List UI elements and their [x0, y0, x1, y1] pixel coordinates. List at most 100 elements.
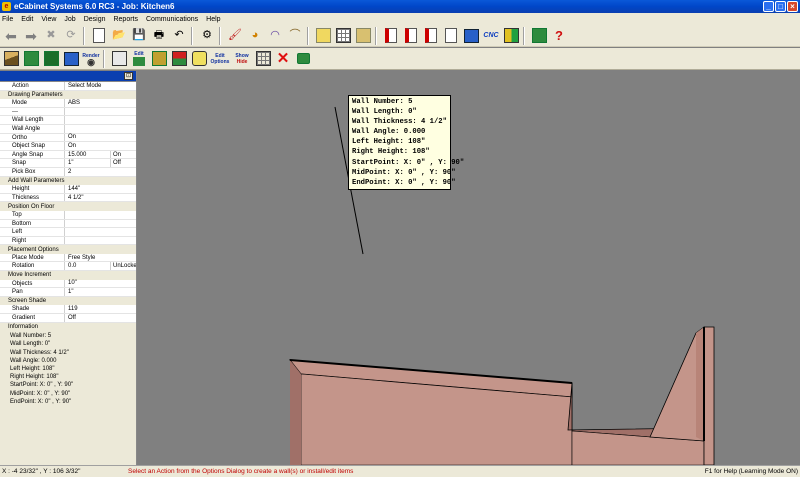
edit-options-icon[interactable]: Edit Options [210, 50, 230, 68]
property-value[interactable]: 1" [65, 288, 136, 296]
property-row[interactable]: Place Mode Free Style [0, 253, 136, 263]
property-value[interactable]: 10" [65, 279, 136, 287]
edit-options-label2: Options [210, 58, 230, 65]
property-row[interactable]: Objects 10" [0, 279, 136, 289]
house-icon[interactable] [62, 50, 80, 68]
cabinet-parts-icon[interactable] [150, 50, 168, 68]
hardware-icon[interactable] [354, 27, 372, 45]
property-value[interactable]: 2 [65, 168, 136, 176]
menu-reports[interactable]: Reports [113, 16, 138, 23]
property-row[interactable]: Snap 1" Off [0, 159, 136, 168]
property-toggle[interactable]: Off [110, 159, 136, 167]
property-value[interactable]: 4 1/2" [65, 194, 136, 202]
property-row[interactable]: Bottom [0, 219, 136, 229]
property-row[interactable]: Height 144" [0, 185, 136, 194]
property-value[interactable]: Off [65, 314, 136, 322]
report-icon[interactable] [382, 27, 400, 45]
property-row[interactable]: Angle Snap 15.000 On [0, 150, 136, 160]
material-grid-icon[interactable] [334, 27, 352, 45]
property-toggle[interactable]: UnLocked [110, 262, 136, 271]
property-row[interactable]: Shade 119 [0, 305, 136, 315]
drawing-canvas[interactable]: Wall Number: 5 Wall Length: 0" Wall Thic… [138, 71, 800, 465]
delete-icon[interactable]: ✕ [274, 50, 292, 68]
property-row[interactable]: Gradient Off [0, 314, 136, 323]
print-icon[interactable]: 🖶 [150, 27, 168, 45]
status-message: Select an Action from the Options Dialog… [128, 468, 354, 475]
report-list-icon[interactable] [422, 27, 440, 45]
property-value[interactable]: 144" [65, 185, 136, 193]
menu-view[interactable]: View [41, 16, 56, 23]
property-row[interactable]: Wall Length [0, 116, 136, 125]
camera-icon[interactable] [294, 50, 312, 68]
property-value[interactable]: ABS [65, 99, 136, 107]
export-settings-icon[interactable] [462, 27, 480, 45]
back-arrow-icon[interactable]: ⬅ [2, 27, 20, 45]
property-row[interactable]: Left [0, 228, 136, 237]
maximize-button[interactable]: □ [775, 1, 786, 12]
forward-arrow-icon[interactable]: ➡ [22, 27, 40, 45]
property-row[interactable]: Wall Angle [0, 124, 136, 134]
property-value[interactable]: 0.0 [65, 262, 110, 270]
new-document-icon[interactable] [90, 27, 108, 45]
pin-icon[interactable]: ⊡ [124, 72, 133, 80]
menu-edit[interactable]: Edit [21, 16, 33, 23]
property-row[interactable]: Ortho On [0, 133, 136, 143]
minimize-button[interactable]: _ [763, 1, 774, 12]
menu-design[interactable]: Design [84, 16, 106, 23]
close-button[interactable]: × [787, 1, 798, 12]
help-icon[interactable]: ? [550, 27, 568, 45]
property-value[interactable]: On [65, 142, 136, 150]
open-folder-icon[interactable]: 📂 [110, 27, 128, 45]
property-toggle[interactable]: On [110, 150, 136, 159]
property-row[interactable]: Object Snap On [0, 142, 136, 151]
cabinet-icon[interactable] [314, 27, 332, 45]
property-value[interactable]: Free Style [65, 254, 136, 262]
floorplan-icon[interactable] [42, 50, 60, 68]
show-hide-icon[interactable]: Show Hide [232, 50, 252, 68]
tooltip-wall-length: Wall Length: 0" [352, 108, 417, 117]
wall-tool-icon[interactable] [110, 50, 128, 68]
optimizer-icon[interactable] [530, 27, 548, 45]
menu-communications[interactable]: Communications [146, 16, 198, 23]
menu-file[interactable]: File [2, 16, 13, 23]
property-row[interactable]: Thickness 4 1/2" [0, 193, 136, 203]
edit-cabinet-icon[interactable]: Edit [130, 50, 148, 68]
stop-icon[interactable]: ✖ [42, 27, 60, 45]
property-value[interactable]: 1" [65, 159, 110, 167]
color-wheel-icon[interactable]: ◕ [246, 27, 264, 45]
property-row[interactable]: --- [0, 107, 136, 117]
grid-icon[interactable] [254, 50, 272, 68]
room-view-icon[interactable] [2, 50, 20, 68]
property-row[interactable]: Mode ABS [0, 99, 136, 108]
wall-drawing[interactable] [138, 71, 800, 465]
arc-tool-icon[interactable]: ◠ [266, 27, 284, 45]
layout-icon[interactable] [502, 27, 520, 45]
save-icon[interactable]: 💾 [130, 27, 148, 45]
menu-help[interactable]: Help [206, 16, 220, 23]
render-icon[interactable]: Render ◉ [82, 50, 100, 68]
property-row[interactable]: Top [0, 210, 136, 220]
action-value[interactable]: Select Mode [65, 82, 136, 90]
cnc-icon[interactable]: CNC [482, 27, 500, 45]
property-row[interactable]: Rotation0.0UnLocked [0, 262, 136, 272]
undo-icon[interactable]: ↶ [170, 27, 188, 45]
refresh-icon[interactable]: ⟳ [62, 27, 80, 45]
arch-tool-icon[interactable]: ⌒ [286, 27, 304, 45]
property-value[interactable]: 15.000 [65, 151, 110, 159]
settings-sliders-icon[interactable]: ⚙ [198, 27, 216, 45]
assembly-icon[interactable] [170, 50, 188, 68]
report-sheet-icon[interactable] [402, 27, 420, 45]
property-value[interactable]: On [65, 133, 136, 141]
paint-icon[interactable]: 🖌 [226, 27, 244, 45]
section-header: Drawing Parameters [0, 90, 136, 100]
property-value[interactable]: 119 [65, 305, 136, 313]
globe-icon[interactable] [190, 50, 208, 68]
report-options-icon[interactable] [442, 27, 460, 45]
elevation-icon[interactable] [22, 50, 40, 68]
property-row[interactable]: Pick Box 2 [0, 167, 136, 177]
menu-job[interactable]: Job [64, 16, 75, 23]
property-row[interactable]: Pan 1" [0, 288, 136, 297]
property-row[interactable]: Right [0, 236, 136, 246]
main-toolbar: ⬅ ➡ ✖ ⟳ 📂 💾 🖶 ↶ ⚙ 🖌 ◕ ◠ ⌒ CNC ? [0, 25, 800, 47]
action-row[interactable]: Action Select Mode [0, 82, 136, 91]
